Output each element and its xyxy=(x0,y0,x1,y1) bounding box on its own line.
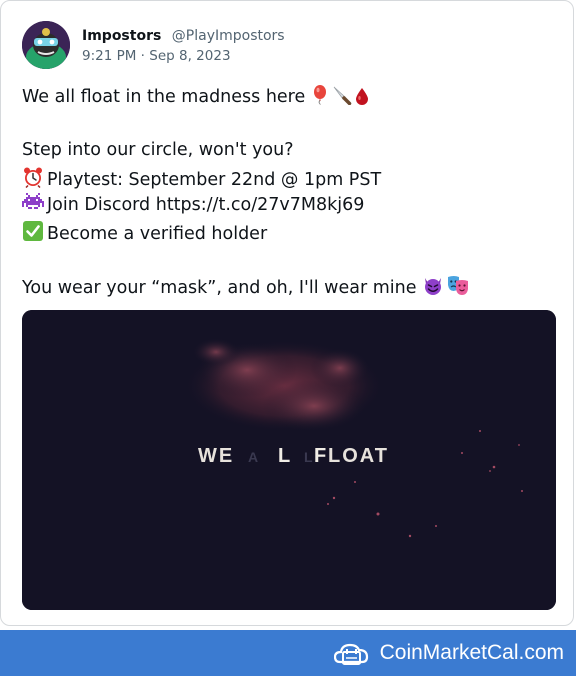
tweet-card: Impostors @PlayImpostors 9:21 PM · Sep 8… xyxy=(0,0,574,626)
author-name[interactable]: Impostors xyxy=(82,28,161,44)
video-title-f: F xyxy=(314,445,326,467)
tweet-text-line-1: We all float in the madness here xyxy=(22,87,306,107)
author-line: Impostors @PlayImpostors xyxy=(82,27,285,45)
avatar[interactable] xyxy=(22,21,70,69)
video-frame: WE A L L F LOAT xyxy=(22,310,556,610)
tweet-text-line-2: Step into our circle, won't you? xyxy=(22,140,294,160)
check-mark-icon xyxy=(22,220,44,248)
tweet-line-1: We all float in the madness here xyxy=(22,85,372,111)
theater-masks-icon xyxy=(447,274,469,302)
blood-drop-icon xyxy=(355,85,369,111)
alarm-clock-icon xyxy=(22,166,44,194)
tweet-video[interactable]: WE A L L F LOAT xyxy=(22,310,556,610)
alien-monster-icon xyxy=(22,193,44,219)
devil-face-icon xyxy=(422,274,444,302)
brand-label[interactable]: CoinMarketCal.com xyxy=(380,630,564,676)
footer-bar: CoinMarketCal.com xyxy=(0,630,576,676)
tweet-text-line-4[interactable]: Join Discord https://t.co/27v7M8kj69 xyxy=(47,195,364,215)
tweet-line-3: Playtest: September 22nd @ 1pm PST xyxy=(22,166,381,194)
tweet-text-line-5: Become a verified holder xyxy=(47,224,268,244)
video-title-l2: L xyxy=(304,449,313,465)
tweet-line-2: Step into our circle, won't you? xyxy=(22,139,294,161)
calendar-cloud-icon xyxy=(333,638,370,672)
video-title-loat: LOAT xyxy=(328,445,389,467)
tweet-text-line-3: Playtest: September 22nd @ 1pm PST xyxy=(47,170,382,190)
balloon-icon xyxy=(311,85,329,111)
tweet-line-6: You wear your “mask”, and oh, I'll wear … xyxy=(22,274,472,302)
video-title-a: A xyxy=(248,449,260,465)
tweet-timestamp[interactable]: 9:21 PM · Sep 8, 2023 xyxy=(82,47,231,65)
knife-icon xyxy=(332,85,352,111)
video-title-we: WE xyxy=(198,445,234,467)
tweet-line-5: Become a verified holder xyxy=(22,220,267,248)
tweet-line-4: Join Discord https://t.co/27v7M8kj69 xyxy=(22,193,364,219)
video-title-l1: L xyxy=(278,445,290,467)
tweet-text-line-6: You wear your “mask”, and oh, I'll wear … xyxy=(22,278,417,298)
author-handle[interactable]: @PlayImpostors xyxy=(172,28,285,44)
